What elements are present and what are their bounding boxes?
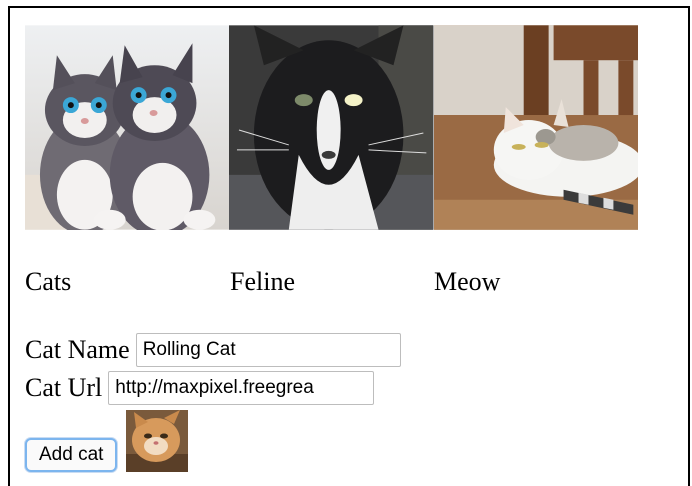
gallery-captions: Cats Feline Meow — [25, 262, 638, 302]
caption-meow: Meow — [434, 267, 501, 296]
cat-name-input[interactable] — [135, 333, 401, 367]
black-white-cat-photo[interactable] — [229, 25, 434, 230]
kittens-photo[interactable] — [25, 25, 230, 230]
form-actions: Add cat — [25, 410, 189, 472]
cat-url-input[interactable] — [108, 371, 375, 405]
add-cat-button[interactable]: Add cat — [25, 438, 118, 472]
cat-name-label: Cat Name — [25, 335, 130, 364]
cat-name-row: Cat Name — [25, 331, 401, 369]
cat-url-row: Cat Url — [25, 369, 401, 407]
cat-gallery — [25, 25, 638, 230]
add-cat-form: Cat Name Cat Url — [25, 331, 401, 407]
caption-feline: Feline — [230, 267, 295, 296]
rolling-cat-thumbnail — [126, 410, 189, 472]
lying-cat-photo[interactable] — [433, 25, 638, 230]
cat-url-label: Cat Url — [25, 373, 103, 402]
caption-cats: Cats — [25, 267, 72, 296]
